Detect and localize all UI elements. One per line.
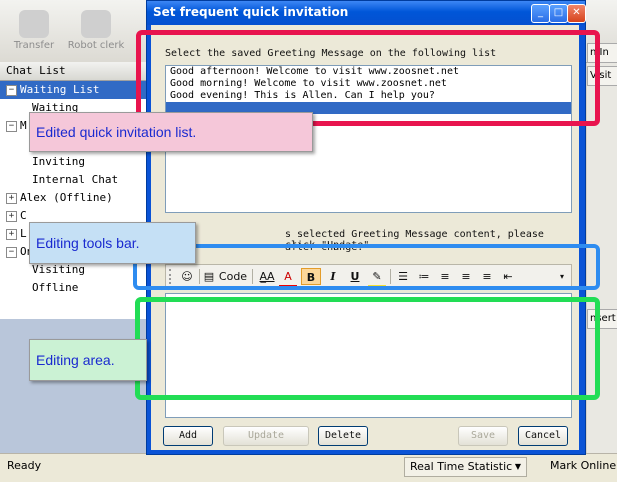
maximize-icon: □ [553, 7, 564, 18]
tree-label: Inviting [32, 155, 85, 168]
tree-group[interactable]: − Waiting List [0, 81, 150, 99]
robot-clerk-button[interactable]: Robot clerk [66, 6, 126, 58]
chat-list-header: Chat List [0, 62, 150, 81]
list-callout: Edited quick invitation list. [29, 112, 313, 152]
update-button[interactable]: Update [223, 426, 309, 446]
close-button[interactable]: ✕ [567, 4, 586, 23]
robot-clerk-label: Robot clerk [67, 40, 125, 51]
editor-callout: Editing area. [29, 339, 147, 381]
expand-icon[interactable]: + [6, 211, 17, 222]
add-button[interactable]: Add [163, 426, 213, 446]
dialog-title: Set frequent quick invitation [153, 5, 349, 19]
status-bar: Ready Real Time Statistic ▼ Mark Online [0, 453, 617, 482]
delete-button[interactable]: Delete [318, 426, 368, 446]
robot-icon [81, 10, 111, 38]
minimize-button[interactable]: _ [531, 4, 550, 23]
tree-label: Internal Chat [32, 173, 119, 186]
expand-icon[interactable]: + [6, 193, 17, 204]
tree-label: C [20, 209, 27, 222]
tree-group[interactable]: + Alex (Offline) [0, 189, 150, 207]
maximize-button[interactable]: □ [549, 4, 568, 23]
collapse-icon[interactable]: − [6, 247, 17, 258]
tree-item[interactable]: Inviting [0, 153, 150, 171]
tree-label: Visiting [32, 263, 85, 276]
toolbar-highlight-frame [133, 244, 600, 290]
tree-label: L [20, 227, 27, 240]
tree-label: M [20, 119, 27, 132]
realtime-statistic-dropdown[interactable]: Real Time Statistic ▼ [404, 457, 527, 477]
tree-label: Offline [32, 281, 79, 294]
tree-item[interactable]: Internal Chat [0, 171, 150, 189]
transfer-icon [19, 10, 49, 38]
expand-icon[interactable]: + [6, 229, 17, 240]
tree-item[interactable]: Offline [0, 279, 150, 297]
close-icon: ✕ [572, 7, 581, 18]
dropdown-arrow-icon: ▼ [514, 462, 521, 471]
chat-list-panel: Chat List −Waiting ListWaiting−MTransfer… [0, 62, 151, 319]
cancel-button[interactable]: Cancel [518, 426, 568, 446]
dialog-titlebar[interactable]: Set frequent quick invitation _ □ ✕ [147, 1, 586, 25]
tree-label: Waiting List [20, 83, 100, 96]
toolbar-callout: Editing tools bar. [29, 222, 196, 264]
minimize-icon: _ [538, 7, 543, 18]
status-ready: Ready [7, 459, 42, 472]
transfer-button[interactable]: Transfer [4, 6, 64, 58]
mark-online-status[interactable]: Mark Online [550, 459, 616, 472]
editor-highlight-frame [135, 297, 600, 400]
realtime-statistic-label: Real Time Statistic [410, 460, 513, 473]
collapse-icon[interactable]: − [6, 85, 17, 96]
tree-label: Alex (Offline) [20, 191, 113, 204]
collapse-icon[interactable]: − [6, 121, 17, 132]
save-button[interactable]: Save [458, 426, 508, 446]
transfer-label: Transfer [13, 40, 55, 51]
